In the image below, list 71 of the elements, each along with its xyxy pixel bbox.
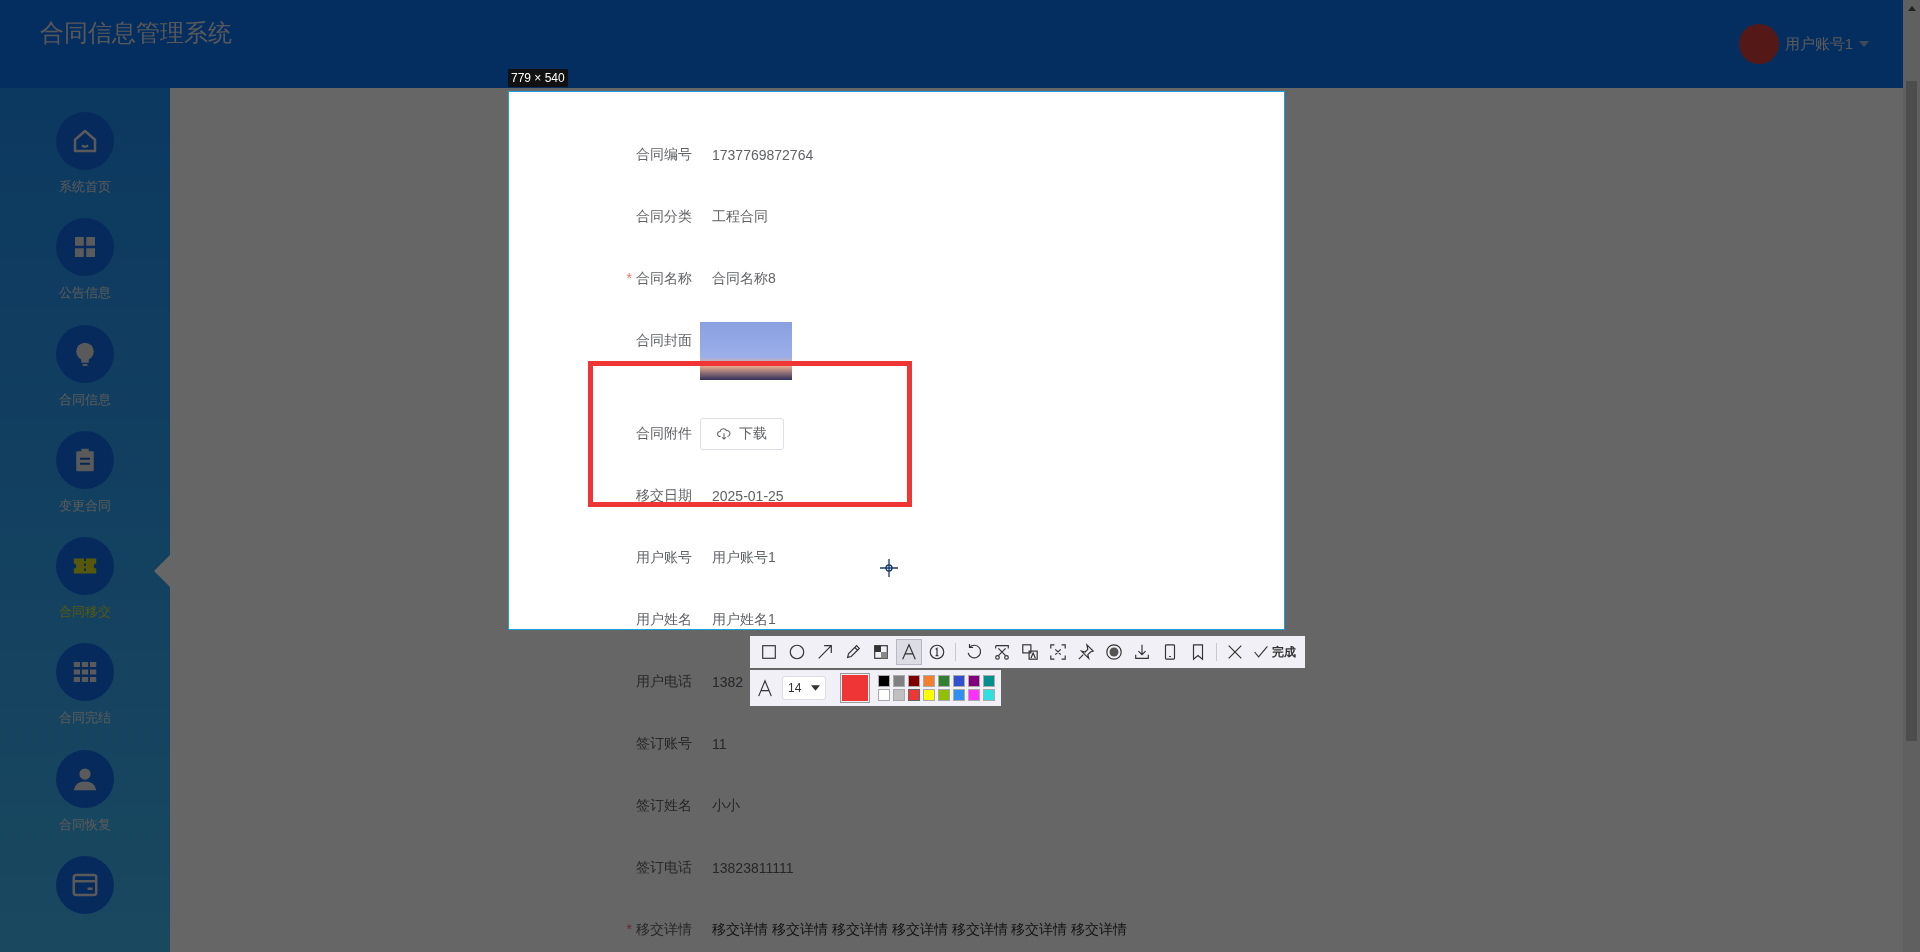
field-value: 1737769872764: [712, 147, 814, 163]
field-label: 用户账号: [636, 549, 692, 567]
cloud-download-icon: [717, 428, 731, 440]
numbered-circle-icon: [928, 643, 946, 661]
caret-icon: [811, 685, 820, 691]
color-swatch[interactable]: [893, 675, 905, 687]
color-swatch[interactable]: [908, 675, 920, 687]
field-value: 13823811111: [712, 860, 794, 876]
field-label: 签订电话: [636, 859, 692, 877]
field-value: 2025-01-25: [712, 488, 784, 504]
annotation-rectangle[interactable]: [588, 361, 912, 507]
done-button[interactable]: 完成: [1250, 639, 1299, 665]
scan-text-icon: [1049, 643, 1067, 661]
download-button[interactable]: 下载: [700, 418, 784, 450]
font-size-dropdown[interactable]: 14: [782, 676, 826, 700]
user-name[interactable]: 用户账号1: [1784, 34, 1853, 54]
field-label: 用户电话: [636, 673, 692, 691]
mosaic-icon: [872, 643, 890, 661]
text-icon: [900, 643, 918, 661]
rectangle-icon: [760, 643, 778, 661]
field-value: 合同名称8: [712, 270, 776, 288]
field-value: 小小: [712, 797, 740, 815]
field-label: 签订姓名: [636, 797, 692, 815]
color-swatch[interactable]: [938, 675, 950, 687]
field-value: 1382: [712, 674, 744, 690]
field-label: 移交详情: [636, 921, 692, 939]
field-value: 用户账号1: [712, 549, 776, 567]
download-icon: [1133, 643, 1151, 661]
translate-icon: [1021, 643, 1039, 661]
color-swatch[interactable]: [983, 689, 995, 701]
font-icon: [756, 678, 774, 698]
arrow-icon: [816, 643, 834, 661]
field-label: 合同封面: [636, 332, 692, 350]
color-swatch[interactable]: [953, 689, 965, 701]
app-title: 合同信息管理系统: [40, 18, 232, 48]
close-icon: [1226, 643, 1244, 661]
field-value: 工程合同: [712, 208, 768, 226]
scissors-icon: [993, 643, 1011, 661]
required-mark: *: [626, 270, 632, 288]
circle-icon: [788, 643, 806, 661]
field-label: 合同编号: [636, 146, 692, 164]
field-label: 合同附件: [636, 425, 692, 443]
color-swatch[interactable]: [968, 689, 980, 701]
selection-size-label: 779 × 540: [508, 69, 568, 87]
crosshair-cursor-icon: [880, 559, 898, 577]
field-value: 11: [712, 736, 727, 752]
color-swatch[interactable]: [968, 675, 980, 687]
record-icon: [1105, 643, 1123, 661]
color-swatch[interactable]: [938, 689, 950, 701]
pin-icon: [1077, 643, 1095, 661]
color-swatch[interactable]: [878, 675, 890, 687]
undo-icon: [965, 643, 983, 661]
capture-selection-frame[interactable]: [508, 91, 1285, 630]
field-value: 用户姓名1: [712, 611, 776, 629]
current-color-swatch[interactable]: [840, 673, 870, 703]
field-label: 合同名称: [636, 270, 692, 288]
field-label: 签订账号: [636, 735, 692, 753]
text-tool[interactable]: [896, 639, 922, 665]
color-swatch[interactable]: [878, 689, 890, 701]
field-label: 合同分类: [636, 208, 692, 226]
color-swatch[interactable]: [983, 675, 995, 687]
color-swatch[interactable]: [908, 689, 920, 701]
check-icon: [1253, 644, 1269, 660]
field-label: 移交日期: [636, 487, 692, 505]
field-label: 用户姓名: [636, 611, 692, 629]
required-mark: *: [626, 921, 632, 939]
color-swatch[interactable]: [923, 675, 935, 687]
color-swatch[interactable]: [953, 675, 965, 687]
color-swatch[interactable]: [893, 689, 905, 701]
color-swatch[interactable]: [923, 689, 935, 701]
pencil-icon: [844, 643, 862, 661]
